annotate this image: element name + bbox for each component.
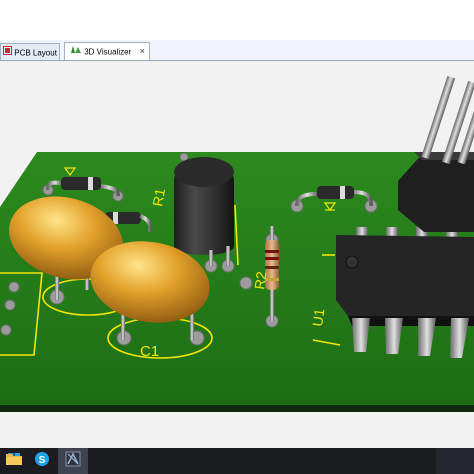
pcb-layout-icon [3, 44, 12, 61]
skype-icon: S [34, 451, 50, 472]
transistor [174, 157, 234, 266]
label-r2: R2 [251, 270, 269, 290]
tab-3d-visualizer-label: 3D Visualizer [84, 47, 132, 57]
3d-visualizer-icon [70, 43, 82, 60]
taskbar: S [0, 448, 474, 474]
tab-close-button[interactable]: × [140, 43, 145, 60]
taskbar-app-button[interactable] [58, 448, 88, 474]
3d-scene: R1 R2 C1 U1 [0, 75, 474, 412]
tab-pcb-layout-label: PCB Layout [14, 48, 57, 58]
taskbar-folder-button[interactable] [2, 448, 26, 474]
show-desktop-button[interactable] [436, 448, 474, 474]
tab-pcb-layout[interactable]: PCB Layout [0, 43, 60, 60]
label-r1: R1 [149, 187, 168, 208]
label-c1: C1 [140, 343, 159, 360]
3d-viewport[interactable]: R1 R2 C1 U1 [0, 61, 474, 448]
folder-icon [6, 452, 22, 470]
app-icon [65, 451, 81, 472]
tab-bar: PCB Layout 3D Visualizer × [0, 40, 474, 61]
taskbar-skype-button[interactable]: S [28, 448, 56, 474]
svg-text:S: S [39, 455, 46, 466]
label-u1: U1 [309, 307, 327, 327]
tab-3d-visualizer[interactable]: 3D Visualizer × [64, 42, 150, 60]
